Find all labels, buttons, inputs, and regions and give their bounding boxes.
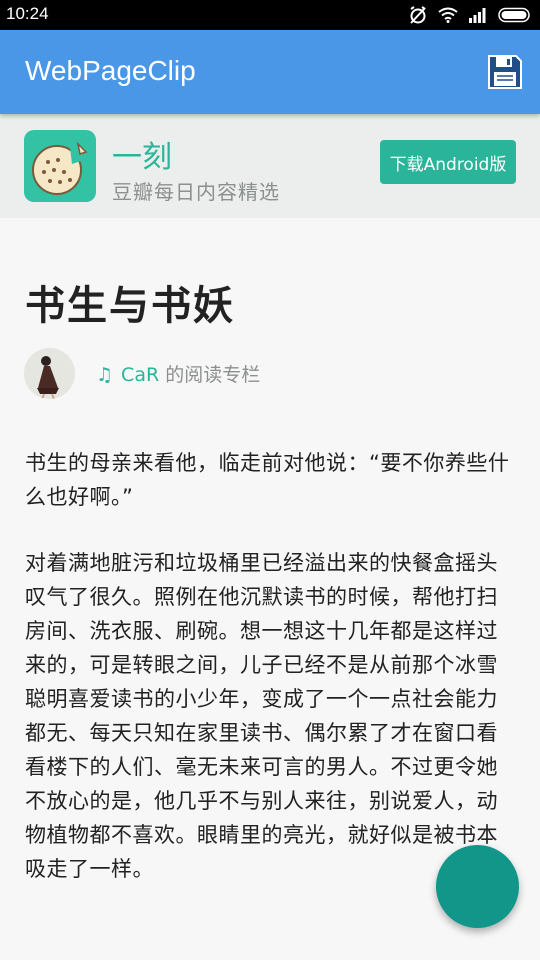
author-name[interactable]: CaR	[121, 364, 159, 386]
article-paragraph: 对着满地脏污和垃圾桶里已经溢出来的快餐盒摇头叹气了很久。照例在他沉默读书的时候，…	[25, 551, 498, 881]
status-bar: 10:24	[0, 0, 540, 30]
save-icon	[488, 55, 522, 89]
floating-action-button[interactable]	[436, 845, 519, 928]
app-promo-banner: 一刻 豆瓣每日内容精选 下载Android版	[0, 114, 540, 218]
music-note-icon: ♫	[96, 364, 114, 386]
alarm-off-icon	[410, 6, 426, 24]
author-avatar[interactable]	[24, 348, 75, 399]
cookie-logo-icon	[32, 141, 88, 195]
article-paragraph: 书生的母亲来看他，临走前对他说：“要不你养些什么也好啊。”	[25, 451, 510, 509]
app-title: WebPageClip	[25, 55, 196, 86]
avatar-image	[24, 348, 75, 399]
battery-icon	[498, 7, 530, 23]
author-line[interactable]: ♫ CaR 的阅读专栏	[96, 360, 260, 387]
save-button[interactable]	[486, 53, 524, 91]
wifi-icon	[438, 7, 458, 23]
promo-tagline: 豆瓣每日内容精选	[112, 180, 280, 204]
article-title: 书生与书妖	[25, 283, 235, 329]
app-bar: WebPageClip	[0, 30, 540, 114]
promo-app-name: 一刻	[112, 140, 172, 175]
download-android-button[interactable]: 下载Android版	[380, 140, 516, 184]
status-icons	[408, 5, 532, 25]
status-time: 10:24	[6, 4, 49, 23]
column-suffix: 的阅读专栏	[165, 364, 261, 386]
app-logo	[24, 130, 96, 202]
signal-icon	[469, 8, 486, 23]
